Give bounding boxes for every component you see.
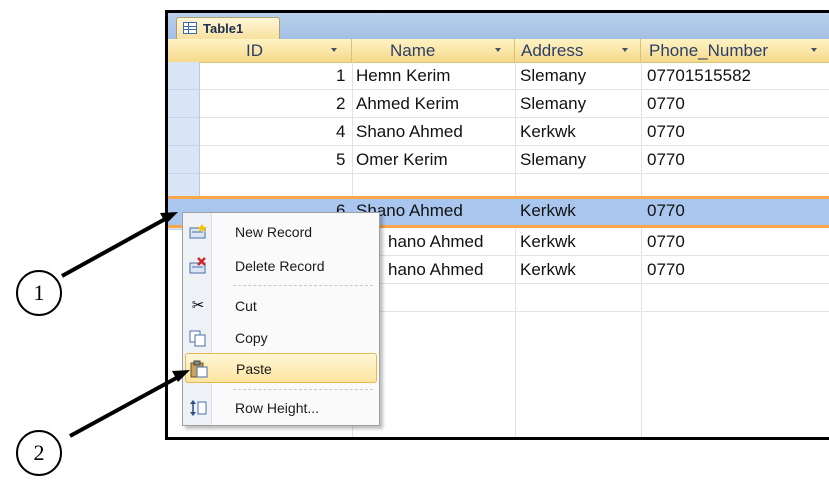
arrow-line-2	[69, 374, 181, 438]
callout-number: 1	[33, 280, 45, 305]
arrow-line-1	[61, 216, 168, 278]
callout-2: 2	[16, 430, 62, 476]
callout-number: 2	[33, 440, 45, 465]
callout-1: 1	[16, 270, 62, 316]
annotation-arrows	[61, 212, 190, 438]
